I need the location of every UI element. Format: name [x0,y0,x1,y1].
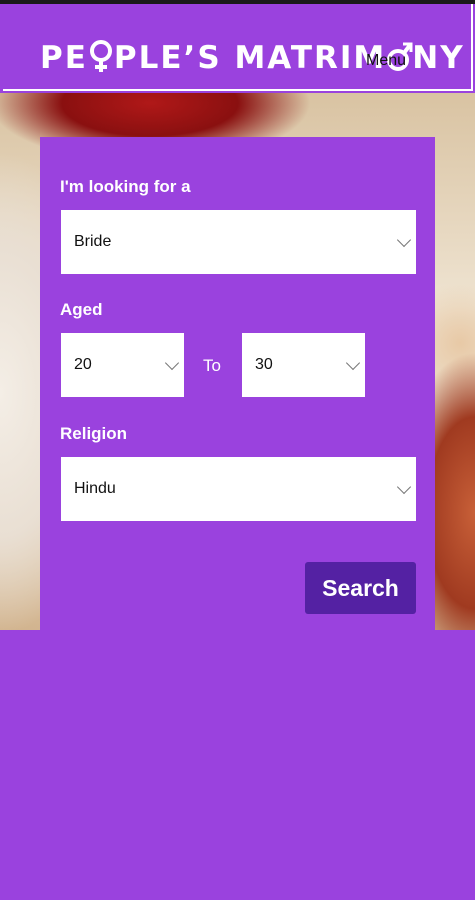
chevron-down-icon [396,479,412,495]
search-button[interactable]: Search [305,562,416,614]
religion-value: Hindu [74,480,116,497]
chevron-down-icon [345,355,361,371]
age-from-select[interactable]: 20 [61,333,184,397]
looking-for-select[interactable]: Bride [61,210,416,274]
aged-label: Aged [60,300,103,319]
logo-text-part-2: PLE’S MATRIM [113,40,387,76]
religion-select[interactable]: Hindu [61,457,416,521]
age-to-value: 30 [255,356,273,373]
logo-text-part-3: NY [412,40,465,76]
female-symbol-icon [89,38,113,78]
looking-for-label: I'm looking for a [60,177,191,196]
age-to-select[interactable]: 30 [242,333,365,397]
chevron-down-icon [396,232,412,248]
looking-for-value: Bride [74,233,112,250]
religion-label: Religion [60,424,128,443]
to-label: To [203,356,221,375]
menu-button[interactable]: Menu [366,52,406,70]
age-from-value: 20 [74,356,92,373]
chevron-down-icon [164,355,180,371]
logo-text-part-1: PE [40,40,88,76]
